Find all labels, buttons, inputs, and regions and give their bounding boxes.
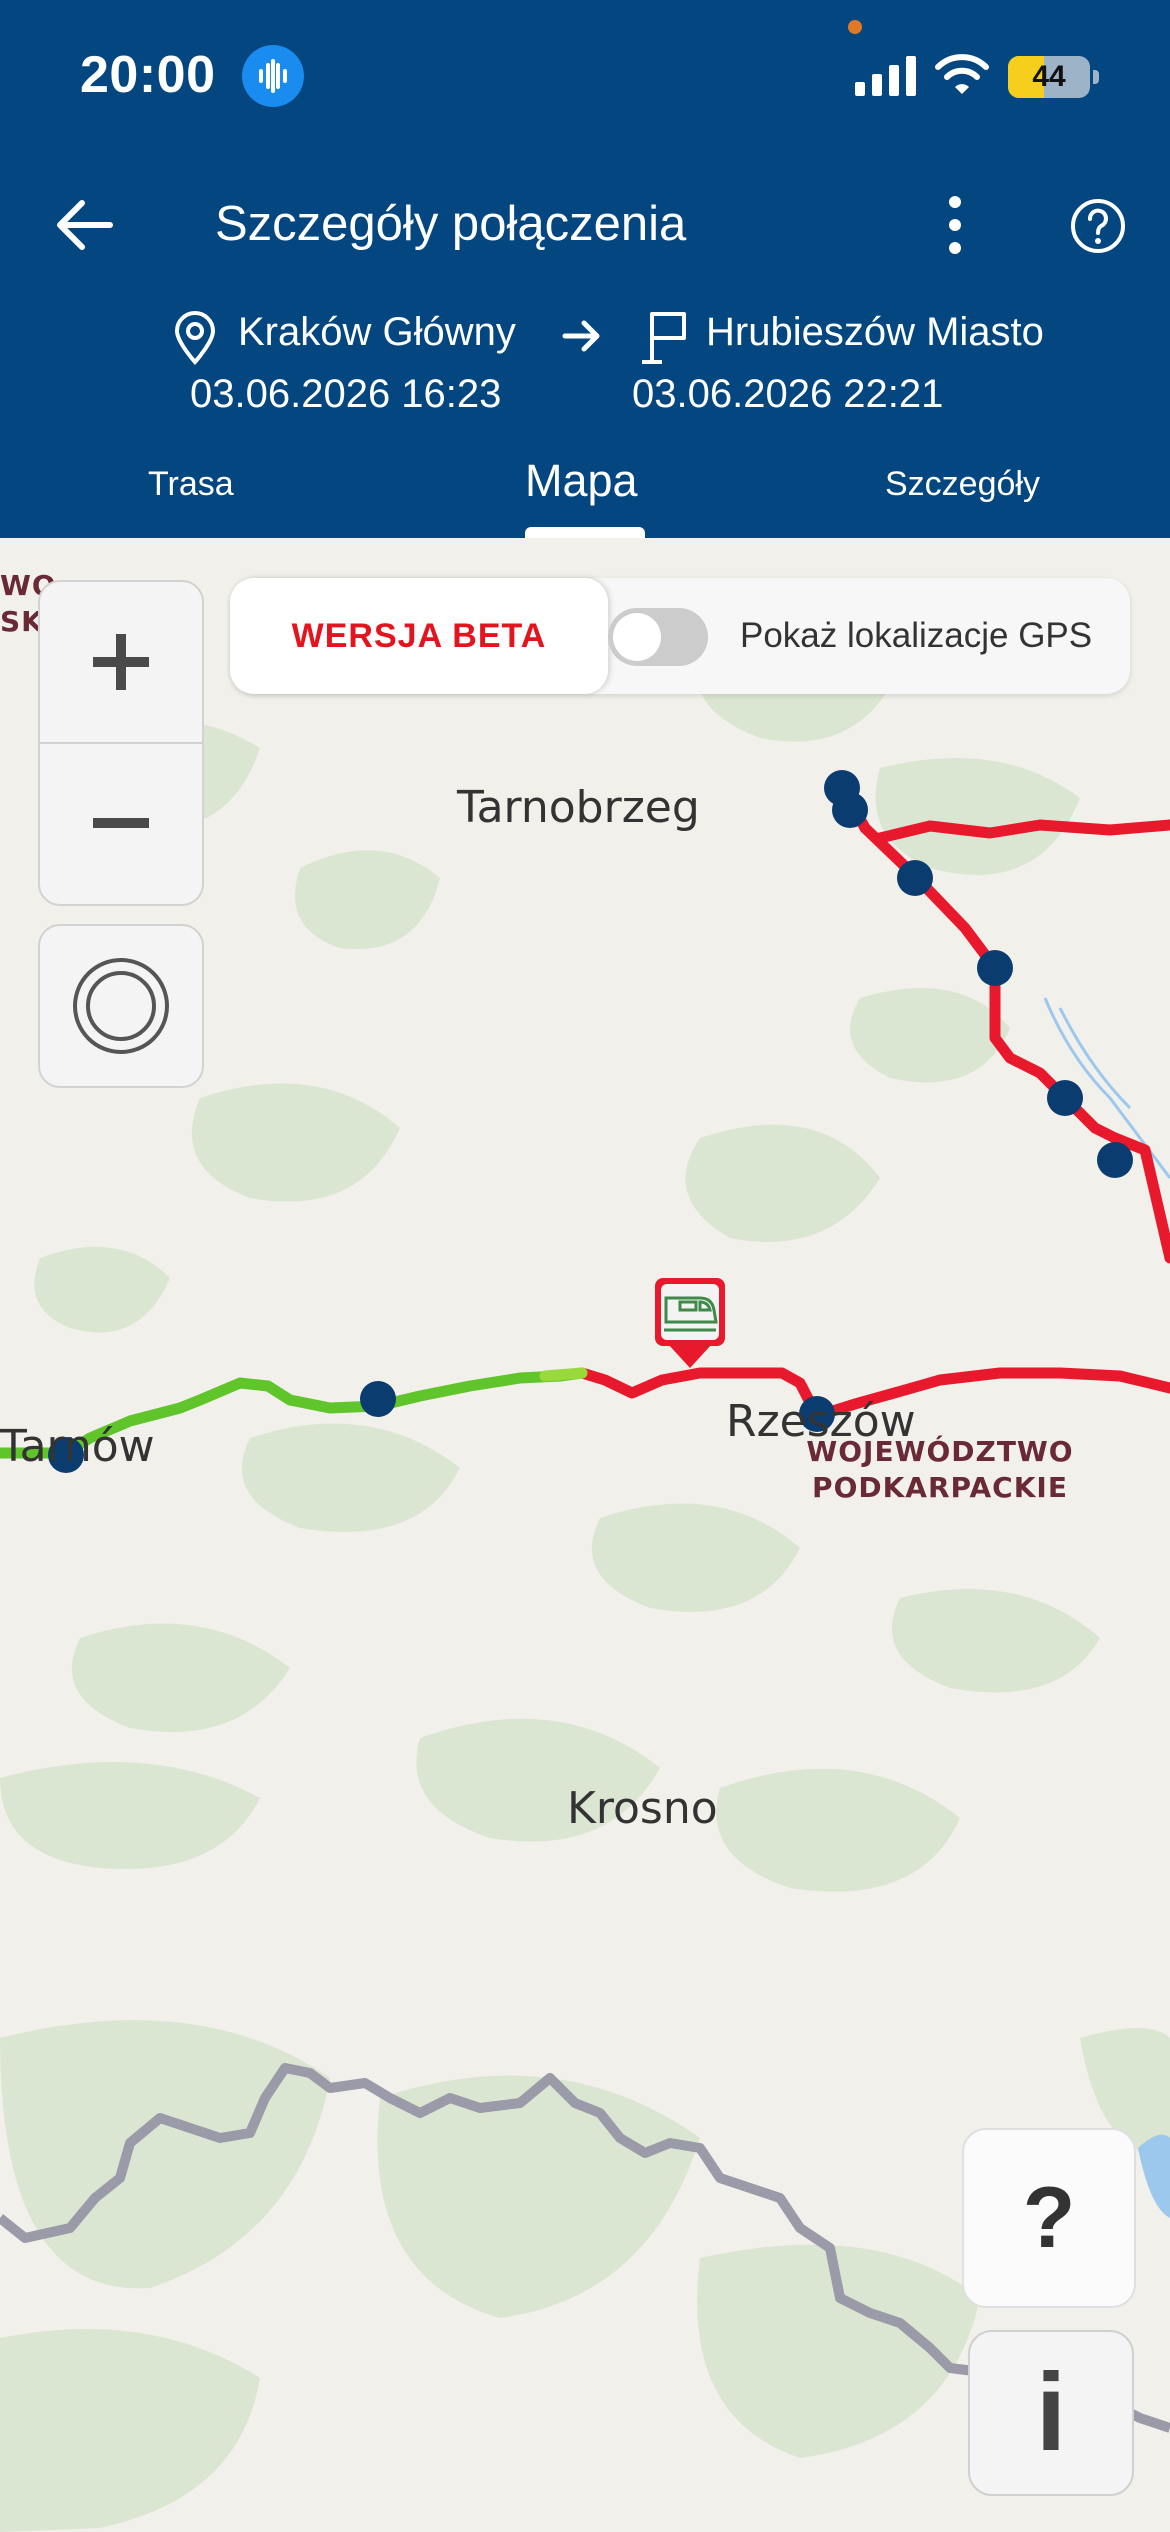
beta-badge: WERSJA BETA: [230, 578, 608, 694]
arrow-right-icon: [562, 320, 600, 352]
city-label-krosno: Krosno: [567, 1783, 718, 1834]
tab-trasa[interactable]: Trasa: [148, 465, 234, 504]
plus-icon: [93, 634, 149, 690]
region-label-line: PODKARPACKIE: [812, 1471, 1068, 1504]
city-label-tarnow: Tarnów: [0, 1421, 155, 1472]
region-label-line: WOJEWÓDZTWO: [806, 1435, 1074, 1468]
lake: [1138, 2134, 1170, 2218]
gps-toggle[interactable]: [608, 608, 708, 666]
center-location-button[interactable]: [38, 924, 204, 1088]
active-tab-indicator: [525, 527, 645, 538]
zoom-out-button[interactable]: [40, 743, 202, 903]
route-map[interactable]: Tarnobrzeg Tarnów Rzeszów Krosno WOJEWÓD…: [0, 538, 1170, 2532]
route-traveled-segment: [539, 1367, 588, 1382]
station-dot: [977, 950, 1013, 986]
destination-flag-icon: [642, 312, 686, 364]
city-label-tarnobrzeg: Tarnobrzeg: [457, 782, 700, 833]
status-time: 20:00: [80, 46, 216, 104]
station-dot: [897, 860, 933, 896]
station-dot: [1047, 1080, 1083, 1116]
map-help-button[interactable]: ?: [962, 2128, 1136, 2308]
zoom-in-button[interactable]: [40, 582, 202, 744]
station-dot: [832, 792, 868, 828]
gps-toggle-label: Pokaż lokalizacje GPS: [740, 616, 1093, 655]
tab-szczegoly[interactable]: Szczegóły: [885, 465, 1040, 504]
tab-mapa[interactable]: Mapa: [525, 455, 638, 507]
audio-indicator-icon: [242, 45, 304, 107]
cellular-signal-icon: [855, 56, 916, 96]
location-pin-icon: [174, 311, 216, 365]
beta-label: WERSJA BETA: [291, 617, 547, 655]
departure-datetime: 03.06.2026 16:23: [190, 372, 502, 416]
page-title: Szczegóły połączenia: [215, 197, 687, 251]
wifi-icon: [935, 54, 989, 94]
toggle-knob: [613, 613, 661, 661]
battery-icon: 44: [1008, 56, 1090, 98]
privacy-indicator-dot: [848, 20, 862, 34]
station-dot: [1097, 1142, 1133, 1178]
app-header: 20:00 44 Szczegóły połączenia Kraków Głó…: [0, 0, 1170, 538]
battery-tip: [1093, 70, 1099, 84]
map-info-button[interactable]: i: [968, 2330, 1134, 2496]
battery-percentage: 44: [1032, 60, 1066, 93]
back-arrow-icon[interactable]: [50, 195, 120, 255]
target-icon: [73, 958, 169, 1054]
region-label-podkarpackie: WOJEWÓDZTWO PODKARPACKIE: [800, 1434, 1080, 1506]
help-circle-icon[interactable]: [1068, 196, 1128, 256]
zoom-controls: [38, 580, 204, 906]
station-dot: [360, 1381, 396, 1417]
gps-panel: WERSJA BETA Pokaż lokalizacje GPS: [230, 578, 1130, 694]
origin-station-name: Kraków Główny: [238, 310, 516, 354]
destination-station-name: Hrubieszów Miasto: [706, 310, 1044, 354]
more-options-icon[interactable]: [935, 190, 975, 260]
arrival-datetime: 03.06.2026 22:21: [632, 372, 944, 416]
minus-icon: [93, 818, 149, 828]
train-position-marker: [655, 1278, 725, 1368]
